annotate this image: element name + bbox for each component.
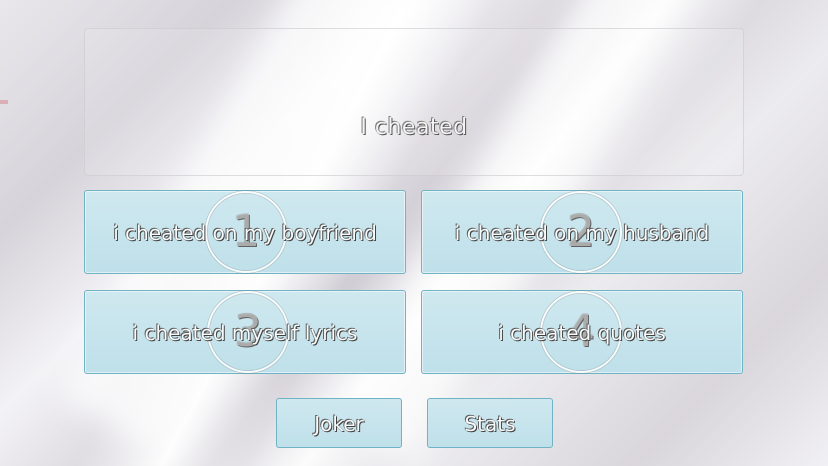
joker-label: Joker [314, 412, 364, 436]
joker-button[interactable]: Joker [276, 398, 402, 448]
answer-button-1[interactable]: 1 i cheated on my boyfriend [84, 190, 406, 274]
answer-button-4[interactable]: 4 i cheated quotes [421, 290, 743, 374]
edge-marker [0, 100, 8, 104]
answer-button-3[interactable]: 3 i cheated myself lyrics [84, 290, 406, 374]
question-text: I cheated [360, 115, 468, 140]
answer-label: i cheated quotes [498, 321, 666, 345]
answer-label: i cheated myself lyrics [132, 321, 358, 345]
question-panel: I cheated [84, 28, 744, 176]
stats-button[interactable]: Stats [427, 398, 553, 448]
answer-label: i cheated on my husband [454, 221, 710, 245]
game-screen: { "question": { "text": "I cheated" }, "… [0, 0, 828, 466]
stats-label: Stats [464, 412, 516, 436]
answer-label: i cheated on my boyfriend [113, 221, 377, 245]
answer-button-2[interactable]: 2 i cheated on my husband [421, 190, 743, 274]
